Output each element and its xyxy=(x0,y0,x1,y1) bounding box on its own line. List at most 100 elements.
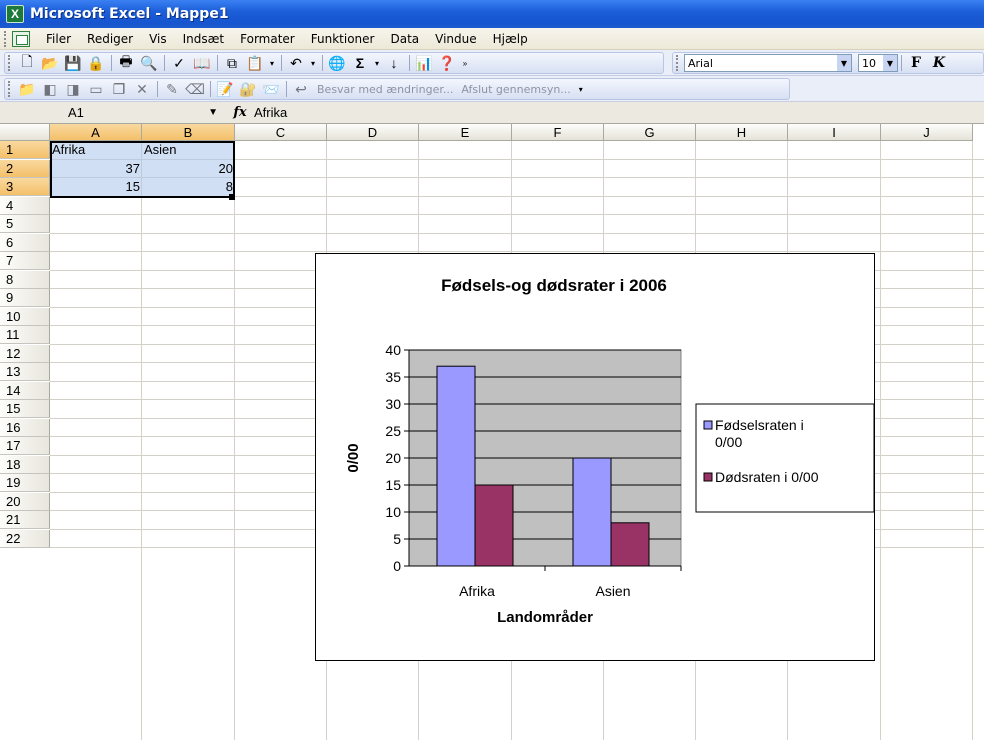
send-to-recipient-icon[interactable]: 📨 xyxy=(260,79,282,99)
row-header-20[interactable]: 20 xyxy=(0,492,50,511)
menu-view[interactable]: Vis xyxy=(141,29,175,49)
delete-ink-icon[interactable]: ⌫ xyxy=(184,79,206,99)
menu-window[interactable]: Vindue xyxy=(427,29,485,49)
chevron-down-icon[interactable]: ▼ xyxy=(837,55,851,71)
chart-object[interactable]: Fødsels-og dødsrater i 2006 0 5 10 15 20 25 30 3… xyxy=(315,253,875,661)
name-box[interactable]: A1 ▼ xyxy=(50,104,226,122)
track-changes-icon[interactable]: 📝 xyxy=(214,79,236,99)
copy-icon[interactable]: ⧉ xyxy=(221,53,243,73)
column-header-f[interactable]: F xyxy=(512,124,604,141)
autosum-dropdown-icon[interactable]: ▾ xyxy=(372,53,382,73)
row-header-16[interactable]: 16 xyxy=(0,418,50,437)
print-preview-icon[interactable]: 🔍 xyxy=(138,53,160,73)
cell-b3[interactable]: 8 xyxy=(142,178,235,196)
workbook-icon[interactable] xyxy=(12,30,30,47)
row-header-11[interactable]: 11 xyxy=(0,326,50,344)
toolbar-grip[interactable] xyxy=(4,30,8,47)
open-icon[interactable]: 📂 xyxy=(39,53,61,73)
toolbar-options-icon[interactable]: » xyxy=(459,53,471,73)
cell-b2[interactable]: 20 xyxy=(142,160,235,178)
row-header-9[interactable]: 9 xyxy=(0,289,50,307)
research-icon[interactable]: 📖 xyxy=(191,53,213,73)
row-header-1[interactable]: 1 xyxy=(0,141,50,159)
ink-annotations-icon[interactable]: ✎ xyxy=(161,79,183,99)
row-header-4[interactable]: 4 xyxy=(0,196,50,215)
column-header-h[interactable]: H xyxy=(696,124,788,141)
column-header-b[interactable]: B xyxy=(142,124,235,141)
column-header-i[interactable]: I xyxy=(788,124,881,141)
row-header-12[interactable]: 12 xyxy=(0,344,50,363)
chart-wizard-icon[interactable]: 📊 xyxy=(413,53,435,73)
font-size-select[interactable]: 10 ▼ xyxy=(858,54,898,72)
menu-tools[interactable]: Funktioner xyxy=(303,29,383,49)
toolbar-grip[interactable] xyxy=(8,55,12,71)
row-header-2[interactable]: 2 xyxy=(0,159,50,178)
previous-comment-icon[interactable]: ◧ xyxy=(39,79,61,99)
permission-icon[interactable]: 🔒 xyxy=(85,53,107,73)
menu-data[interactable]: Data xyxy=(382,29,427,49)
delete-comment-icon[interactable]: ✕ xyxy=(131,79,153,99)
column-header-a[interactable]: A xyxy=(50,124,142,141)
row-header-22[interactable]: 22 xyxy=(0,529,50,548)
column-header-d[interactable]: D xyxy=(327,124,419,141)
print-icon[interactable]: 🖶 xyxy=(115,53,137,73)
row-header-21[interactable]: 21 xyxy=(0,511,50,529)
row-header-3[interactable]: 3 xyxy=(0,178,50,196)
show-comment-icon[interactable]: ▭ xyxy=(85,79,107,99)
insert-function-button[interactable]: fx xyxy=(226,105,254,120)
row-header-15[interactable]: 15 xyxy=(0,400,50,418)
row-header-10[interactable]: 10 xyxy=(0,307,50,326)
row-header-18[interactable]: 18 xyxy=(0,455,50,474)
row-header-17[interactable]: 17 xyxy=(0,437,50,455)
new-icon[interactable]: 🗋 xyxy=(16,53,38,73)
select-all-corner[interactable] xyxy=(0,124,50,141)
folder-icon[interactable]: 📁 xyxy=(16,79,38,99)
menu-insert[interactable]: Indsæt xyxy=(175,29,233,49)
menu-edit[interactable]: Rediger xyxy=(79,29,141,49)
protect-workbook-icon[interactable]: 🔐 xyxy=(237,79,259,99)
chevron-down-icon[interactable]: ▼ xyxy=(208,107,218,118)
row-header-19[interactable]: 19 xyxy=(0,474,50,492)
undo-icon[interactable]: ↶ xyxy=(285,53,307,73)
excel-icon[interactable]: X xyxy=(6,5,24,23)
formula-input[interactable]: Afrika xyxy=(254,105,287,120)
row-header-8[interactable]: 8 xyxy=(0,270,50,289)
reply-with-changes-icon[interactable]: ↩ xyxy=(290,79,312,99)
show-all-comments-icon[interactable]: ❐ xyxy=(108,79,130,99)
font-name-select[interactable]: Arial ▼ xyxy=(684,54,852,72)
bold-button[interactable]: F xyxy=(905,53,927,73)
end-review-label[interactable]: Afslut gennemsyn... xyxy=(457,83,574,96)
reply-with-changes-label[interactable]: Besvar med ændringer... xyxy=(313,83,457,96)
menu-help[interactable]: Hjælp xyxy=(485,29,536,49)
column-header-e[interactable]: E xyxy=(419,124,512,141)
column-header-j[interactable]: J xyxy=(881,124,973,141)
cell-a3[interactable]: 15 xyxy=(50,178,142,196)
save-icon[interactable]: 💾 xyxy=(62,53,84,73)
paste-icon[interactable]: 📋 xyxy=(244,53,266,73)
help-icon[interactable]: ❓ xyxy=(436,53,458,73)
row-header-7[interactable]: 7 xyxy=(0,252,50,270)
cell-a2[interactable]: 37 xyxy=(50,160,142,178)
column-header-c[interactable]: C xyxy=(235,124,327,141)
chevron-down-icon[interactable]: ▼ xyxy=(883,55,897,71)
autosum-icon[interactable]: Σ xyxy=(349,53,371,73)
toolbar-grip[interactable] xyxy=(676,55,680,71)
spelling-icon[interactable]: ✓ xyxy=(168,53,190,73)
row-header-6[interactable]: 6 xyxy=(0,233,50,252)
paste-dropdown-icon[interactable]: ▾ xyxy=(267,53,277,73)
row-header-14[interactable]: 14 xyxy=(0,381,50,400)
sort-ascending-icon[interactable]: ↓ xyxy=(383,53,405,73)
menu-file[interactable]: Filer xyxy=(38,29,79,49)
italic-icon[interactable]: K xyxy=(928,53,950,73)
row-header-5[interactable]: 5 xyxy=(0,215,50,233)
column-header-g[interactable]: G xyxy=(604,124,696,141)
undo-dropdown-icon[interactable]: ▾ xyxy=(308,53,318,73)
menu-format[interactable]: Formater xyxy=(232,29,303,49)
toolbar-options-icon[interactable]: ▾ xyxy=(575,79,587,99)
toolbar-grip[interactable] xyxy=(8,81,12,97)
cell-a1[interactable]: Afrika xyxy=(50,141,142,159)
next-comment-icon[interactable]: ◨ xyxy=(62,79,84,99)
cell-b1[interactable]: Asien xyxy=(142,141,235,159)
row-header-13[interactable]: 13 xyxy=(0,363,50,381)
hyperlink-icon[interactable]: 🌐 xyxy=(326,53,348,73)
